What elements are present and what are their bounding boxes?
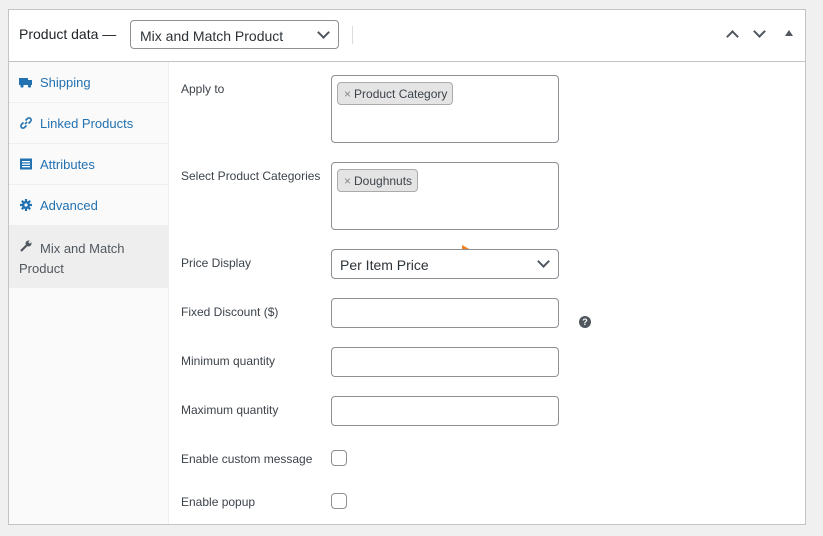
chevron-up-icon (726, 30, 739, 43)
categories-label: Select Product Categories (181, 169, 321, 183)
chevron-down-icon (537, 255, 550, 268)
collapse-triangle-icon[interactable] (785, 30, 793, 36)
move-up-button[interactable] (723, 26, 741, 44)
product-data-panel: Product data — Mix and Match Product Shi… (8, 9, 806, 525)
panel-header: Product data — Mix and Match Product (9, 10, 805, 62)
fixed-discount-label: Fixed Discount ($) (181, 305, 279, 319)
remove-chip-icon[interactable]: × (344, 87, 351, 101)
remove-chip-icon[interactable]: × (344, 174, 351, 188)
header-divider (352, 26, 353, 44)
category-chip-label: Doughnuts (354, 174, 413, 188)
tab-shipping[interactable]: Shipping (9, 62, 168, 103)
tab-shipping-label: Shipping (40, 75, 91, 90)
chevron-down-icon (317, 26, 330, 39)
chevron-down-icon (753, 25, 766, 38)
product-type-select[interactable]: Mix and Match Product (130, 20, 339, 49)
category-chip: × Doughnuts (337, 169, 419, 192)
price-display-label: Price Display (181, 256, 252, 270)
product-data-tabs: Shipping Linked Products Attributes Adva… (9, 62, 169, 524)
custom-message-label: Enable custom message (181, 452, 313, 466)
maximum-quantity-input[interactable] (331, 396, 559, 426)
tab-advanced-label: Advanced (40, 198, 98, 213)
categories-field[interactable]: × Doughnuts (331, 162, 559, 230)
custom-message-checkbox[interactable] (331, 450, 347, 466)
tab-attributes-label: Attributes (40, 157, 95, 172)
apply-to-label: Apply to (181, 82, 225, 96)
apply-to-field[interactable]: × Product Category (331, 75, 559, 143)
tab-linked-products-label: Linked Products (40, 116, 134, 131)
tab-mix-and-match[interactable]: Mix and Match Product (9, 226, 168, 288)
list-icon (20, 158, 32, 170)
tab-linked-products[interactable]: Linked Products (9, 103, 168, 144)
apply-to-chip: × Product Category (337, 82, 454, 105)
help-icon[interactable]: ? (579, 316, 591, 328)
link-icon (20, 117, 32, 129)
tab-advanced[interactable]: Advanced (9, 185, 168, 226)
price-display-select[interactable]: Per Item Price (331, 249, 559, 279)
popup-checkbox[interactable] (331, 493, 347, 509)
product-type-value: Mix and Match Product (140, 28, 284, 44)
maximum-quantity-label: Maximum quantity (181, 403, 279, 417)
price-display-value: Per Item Price (340, 257, 429, 273)
popup-label: Enable popup (181, 495, 256, 509)
fixed-discount-input[interactable] (331, 298, 559, 328)
mix-match-options: Apply to × Product Category Select Produc… (169, 62, 805, 524)
gear-icon (20, 199, 32, 211)
move-down-button[interactable] (750, 25, 768, 44)
minimum-quantity-input[interactable] (331, 347, 559, 377)
tab-mix-and-match-label: Mix and Match Product (19, 241, 125, 276)
tab-attributes[interactable]: Attributes (9, 144, 168, 185)
apply-to-chip-label: Product Category (354, 87, 448, 101)
truck-icon (19, 78, 32, 88)
panel-title: Product data — (19, 26, 117, 42)
minimum-quantity-label: Minimum quantity (181, 354, 276, 368)
